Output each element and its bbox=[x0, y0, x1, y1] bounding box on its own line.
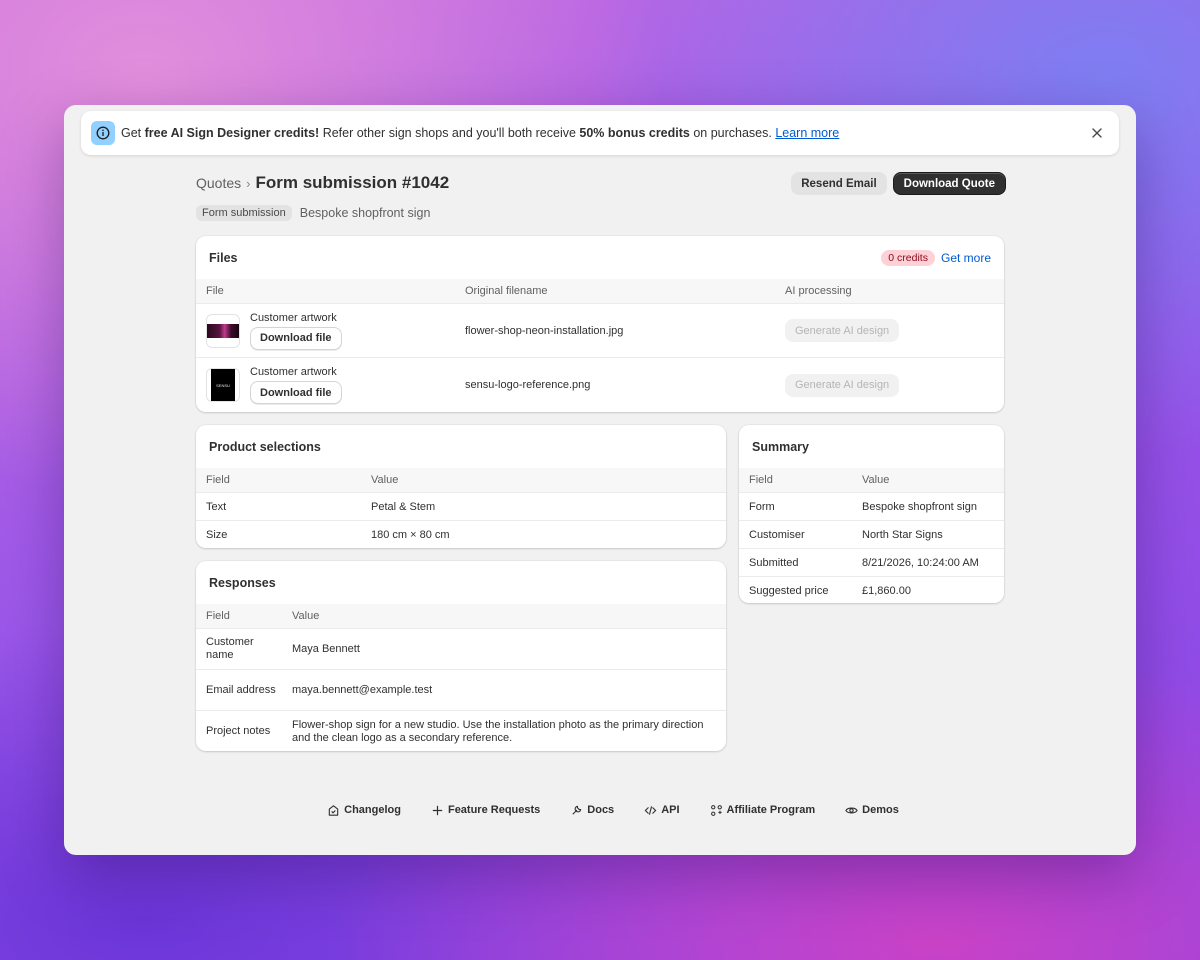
summary-title: Summary bbox=[752, 439, 809, 454]
affiliate-program-link[interactable]: Affiliate Program bbox=[710, 804, 815, 817]
table-row: Email address maya.bennett@example.test bbox=[196, 670, 726, 711]
demos-link[interactable]: Demos bbox=[845, 804, 899, 817]
column-header: Value bbox=[292, 609, 320, 622]
field-name: Customer name bbox=[206, 636, 254, 661]
generate-ai-design-button[interactable]: Generate AI design bbox=[785, 373, 900, 397]
status-badge: Form submission bbox=[196, 205, 292, 221]
files-table-header: File Original filename AI processing bbox=[196, 279, 1004, 304]
footer-links: Changelog Feature Requests Docs API Affi… bbox=[64, 799, 1136, 821]
field-value: £1,860.00 bbox=[862, 585, 911, 597]
code-icon bbox=[644, 805, 657, 815]
network-icon bbox=[710, 804, 722, 816]
summary-card: Summary Field Value Form Bespoke shopfro… bbox=[739, 425, 1004, 603]
column-header: Original filename bbox=[465, 285, 548, 297]
table-row: Customiser North Star Signs bbox=[739, 521, 1004, 549]
table-row: Customer name Maya Bennett bbox=[196, 629, 726, 670]
files-title: Files bbox=[209, 250, 238, 265]
field-value: 180 cm × 80 cm bbox=[371, 529, 450, 541]
column-header: AI processing bbox=[785, 285, 852, 297]
feature-requests-link[interactable]: Feature Requests bbox=[431, 804, 540, 817]
table-row: Project notes Flower-shop sign for a new… bbox=[196, 711, 726, 751]
field-value: 8/21/2026, 10:24:00 AM bbox=[862, 556, 979, 569]
page-subtitle: Bespoke shopfront sign bbox=[299, 206, 431, 220]
product-selections-card: Product selections Field Value Text Peta… bbox=[196, 425, 726, 548]
download-file-button[interactable]: Download file bbox=[250, 381, 342, 404]
app-window: Get free AI Sign Designer credits! Refer… bbox=[64, 105, 1136, 855]
file-label: Customer artwork bbox=[250, 311, 337, 324]
artwork-thumbnail: SENSU bbox=[206, 368, 240, 402]
field-name: Form bbox=[749, 500, 775, 513]
field-name: Email address bbox=[206, 683, 276, 696]
artwork-thumbnail bbox=[206, 313, 240, 348]
api-link[interactable]: API bbox=[644, 804, 680, 817]
field-value: Petal & Stem bbox=[371, 500, 436, 513]
file-label: Customer artwork bbox=[250, 366, 337, 378]
original-filename: flower-shop-neon-installation.jpg bbox=[465, 324, 624, 337]
resend-email-button[interactable]: Resend Email bbox=[791, 172, 887, 195]
field-value: maya.bennett@example.test bbox=[292, 683, 433, 696]
responses-title: Responses bbox=[209, 575, 276, 590]
product-selections-title: Product selections bbox=[209, 439, 321, 454]
generate-ai-design-button[interactable]: Generate AI design bbox=[785, 319, 900, 342]
page-header: Quotes › Form submission #1042 Form subm… bbox=[196, 171, 1006, 231]
field-name: Customiser bbox=[749, 528, 805, 541]
close-icon[interactable] bbox=[1087, 123, 1107, 143]
changelog-icon bbox=[328, 804, 339, 816]
column-header: Field bbox=[206, 609, 230, 622]
table-row: Submitted 8/21/2026, 10:24:00 AM bbox=[739, 549, 1004, 577]
files-card: Files 0 credits Get more File Original f… bbox=[196, 236, 1004, 412]
field-value: Flower-shop sign for a new studio. Use t… bbox=[292, 718, 704, 744]
field-name: Suggested price bbox=[749, 585, 829, 597]
eye-icon bbox=[845, 807, 858, 813]
field-name: Size bbox=[206, 529, 228, 541]
field-name: Submitted bbox=[749, 556, 799, 569]
field-name: Text bbox=[206, 500, 227, 513]
breadcrumb-quotes-link[interactable]: Quotes bbox=[196, 175, 241, 191]
download-file-button[interactable]: Download file bbox=[250, 326, 342, 350]
chevron-right-icon: › bbox=[246, 175, 251, 191]
field-value: Maya Bennett bbox=[292, 642, 360, 655]
field-value: North Star Signs bbox=[862, 528, 943, 541]
learn-more-link[interactable]: Learn more bbox=[775, 126, 839, 140]
table-row: Form Bespoke shopfront sign bbox=[739, 493, 1004, 521]
plus-icon bbox=[432, 805, 443, 815]
responses-card: Responses Field Value Customer name Maya… bbox=[196, 561, 726, 751]
column-header: Value bbox=[371, 474, 399, 486]
original-filename: sensu-logo-reference.png bbox=[465, 379, 591, 391]
column-header: Field bbox=[749, 474, 773, 486]
wrench-icon bbox=[572, 805, 582, 815]
changelog-link[interactable]: Changelog bbox=[327, 804, 401, 817]
column-header: File bbox=[206, 285, 224, 297]
download-quote-button[interactable]: Download Quote bbox=[892, 172, 1006, 195]
docs-link[interactable]: Docs bbox=[570, 804, 614, 817]
table-row: SENSU Customer artwork Download file sen… bbox=[196, 358, 1004, 412]
table-row: Text Petal & Stem bbox=[196, 493, 726, 521]
field-value: Bespoke shopfront sign bbox=[862, 500, 977, 513]
referral-banner: Get free AI Sign Designer credits! Refer… bbox=[81, 111, 1119, 155]
column-header: Value bbox=[862, 474, 890, 486]
field-name: Project notes bbox=[206, 725, 271, 737]
table-row: Customer artwork Download file flower-sh… bbox=[196, 304, 1004, 358]
banner-message: Get free AI Sign Designer credits! Refer… bbox=[121, 126, 840, 140]
info-icon bbox=[91, 121, 115, 145]
credits-badge: 0 credits bbox=[881, 249, 935, 266]
table-row: Suggested price £1,860.00 bbox=[739, 577, 1004, 603]
table-row: Size 180 cm × 80 cm bbox=[196, 521, 726, 548]
page-title: Form submission #1042 bbox=[255, 173, 450, 192]
column-header: Field bbox=[206, 474, 230, 486]
get-more-link[interactable]: Get more bbox=[941, 251, 991, 265]
